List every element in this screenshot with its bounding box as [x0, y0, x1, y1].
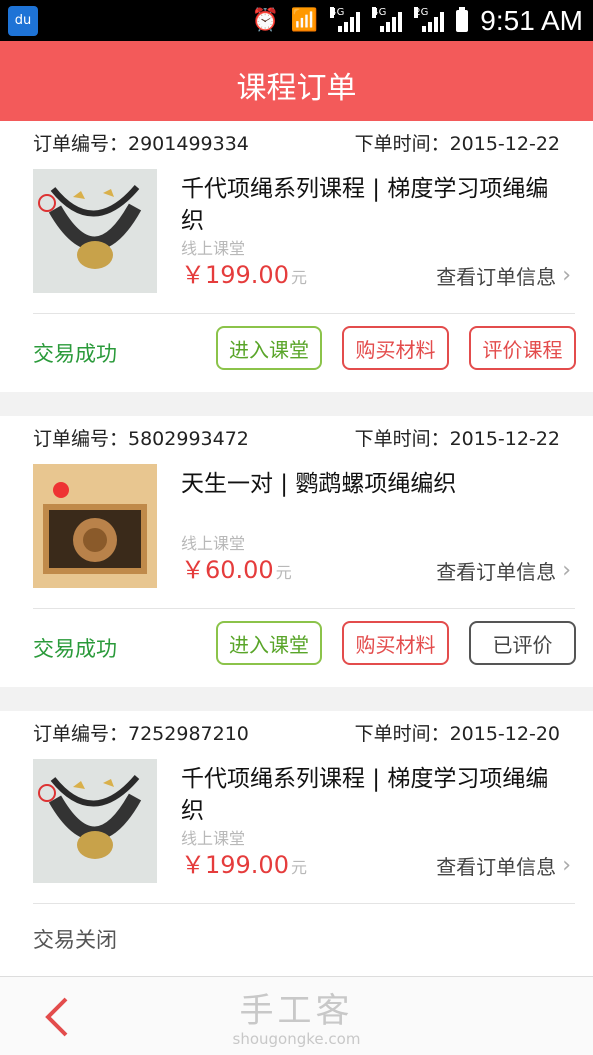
logo-url: shougongke.com	[232, 1030, 361, 1048]
price-value: ￥199.00	[181, 261, 289, 289]
status-bar: du ⏰ 📶 4G 4G 2G 9:51 AM	[0, 0, 593, 41]
battery-icon	[456, 6, 469, 32]
order-time: 下单时间：2015-12-20	[354, 722, 560, 745]
watermark-logo: 手工客 shougongke.com	[0, 983, 593, 1048]
order-item[interactable]: 千代项绳系列课程 | 梯度学习项绳编织 线上课堂 ￥199.00 元 查看订单信息…	[33, 163, 575, 314]
price-unit: 元	[290, 858, 307, 877]
signal-icon-3: 2G	[414, 6, 445, 32]
order-time: 下单时间：2015-12-22	[354, 132, 560, 155]
price: ￥199.00 元	[181, 255, 307, 290]
view-order-info-link[interactable]: 查看订单信息 ›	[436, 556, 571, 585]
order-time: 下单时间：2015-12-22	[354, 427, 560, 450]
price-value: ￥60.00	[181, 556, 274, 584]
product-thumbnail[interactable]	[33, 169, 157, 293]
order-card: 订单编号：2901499334 下单时间：2015-12-22 千代项绳系列课程…	[0, 121, 593, 392]
order-card: 订单编号：5802993472 下单时间：2015-12-22 天生一对 | 鹦…	[0, 416, 593, 687]
chevron-right-icon: ›	[562, 853, 571, 878]
order-card: 订单编号：7252987210 下单时间：2015-12-20 千代项绳系列课程…	[0, 711, 593, 976]
buy-materials-button[interactable]: 购买材料	[342, 621, 449, 665]
buy-materials-button[interactable]: 购买材料	[342, 326, 449, 370]
view-order-label: 查看订单信息	[436, 855, 557, 879]
order-number: 订单编号：5802993472	[33, 427, 249, 450]
view-order-info-link[interactable]: 查看订单信息 ›	[436, 851, 571, 880]
order-number: 订单编号：7252987210	[33, 722, 249, 745]
view-order-label: 查看订单信息	[436, 265, 557, 289]
product-thumbnail[interactable]	[33, 759, 157, 883]
price-unit: 元	[275, 563, 292, 582]
order-actions: 交易关闭	[0, 904, 593, 976]
bottom-bar: 手工客 shougongke.com	[0, 976, 593, 1055]
view-order-info-link[interactable]: 查看订单信息 ›	[436, 261, 571, 290]
order-list[interactable]: 订单编号：2901499334 下单时间：2015-12-22 千代项绳系列课程…	[0, 121, 593, 976]
order-item[interactable]: 千代项绳系列课程 | 梯度学习项绳编织 线上课堂 ￥199.00 元 查看订单信息…	[33, 753, 575, 904]
order-number: 订单编号：2901499334	[33, 132, 249, 155]
rate-course-button[interactable]: 评价课程	[469, 326, 576, 370]
status-label: 交易关闭	[33, 928, 117, 952]
signal-icon-2: 4G	[372, 6, 403, 32]
wifi-icon: 📶	[290, 8, 319, 33]
product-name[interactable]: 千代项绳系列课程 | 梯度学习项绳编织	[181, 763, 565, 827]
order-meta: 订单编号：7252987210 下单时间：2015-12-20	[0, 711, 593, 753]
page-title: 课程订单	[236, 71, 357, 106]
chevron-right-icon: ›	[562, 558, 571, 583]
enter-classroom-button[interactable]: 进入课堂	[216, 621, 322, 665]
product-name[interactable]: 天生一对 | 鹦鹉螺项绳编织	[181, 468, 565, 500]
status-label: 交易成功	[33, 342, 117, 366]
alarm-icon: ⏰	[251, 8, 279, 33]
status-label: 交易成功	[33, 637, 117, 661]
view-order-label: 查看订单信息	[436, 560, 557, 584]
order-actions: 交易成功 进入课堂 购买材料 评价课程	[0, 314, 593, 392]
order-item[interactable]: 天生一对 | 鹦鹉螺项绳编织 线上课堂 ￥60.00 元 查看订单信息 ›	[33, 458, 575, 609]
logo-text: 手工客	[239, 991, 354, 1031]
price: ￥199.00 元	[181, 845, 307, 880]
chevron-right-icon: ›	[562, 263, 571, 288]
price-unit: 元	[290, 268, 307, 287]
rated-button[interactable]: 已评价	[469, 621, 576, 665]
app-header: 课程订单	[0, 41, 593, 121]
clock: 9:51 AM	[480, 4, 583, 36]
order-actions: 交易成功 进入课堂 购买材料 已评价	[0, 609, 593, 687]
product-name[interactable]: 千代项绳系列课程 | 梯度学习项绳编织	[181, 173, 565, 237]
order-meta: 订单编号：5802993472 下单时间：2015-12-22	[0, 416, 593, 458]
baidu-app-icon: du	[8, 6, 38, 36]
enter-classroom-button[interactable]: 进入课堂	[216, 326, 322, 370]
product-thumbnail[interactable]	[33, 464, 157, 588]
price: ￥60.00 元	[181, 550, 292, 585]
price-value: ￥199.00	[181, 851, 289, 879]
signal-icon-1: 4G	[330, 6, 361, 32]
order-meta: 订单编号：2901499334 下单时间：2015-12-22	[0, 121, 593, 163]
